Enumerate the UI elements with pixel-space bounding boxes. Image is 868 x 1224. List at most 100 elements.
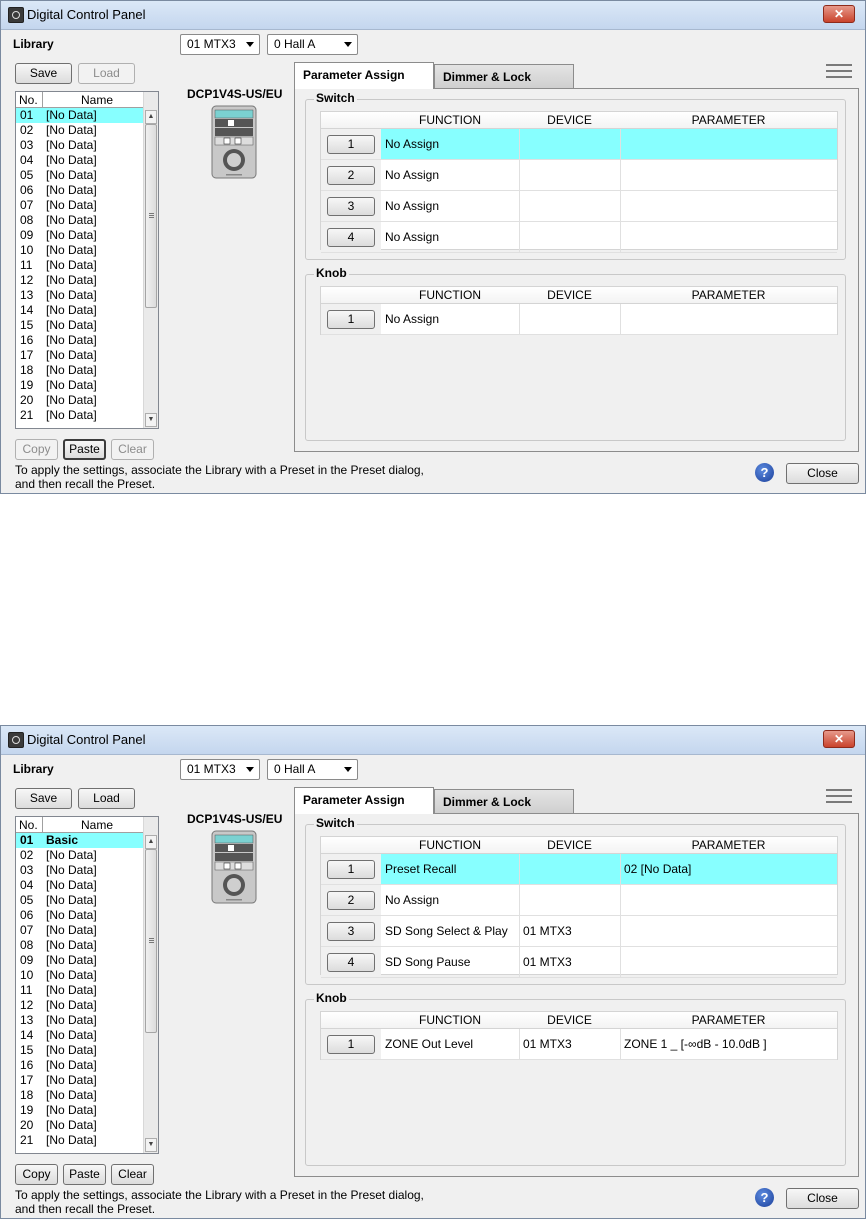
switch-4-button[interactable]: 4	[327, 228, 375, 247]
knob-1-button[interactable]: 1	[327, 310, 375, 329]
list-item[interactable]: 10 [No Data]	[16, 243, 144, 258]
list-item[interactable]: 15 [No Data]	[16, 318, 144, 333]
list-item[interactable]: 05 [No Data]	[16, 168, 144, 183]
table-row[interactable]: 1 No Assign	[321, 129, 837, 160]
list-item[interactable]: 19 [No Data]	[16, 378, 144, 393]
table-row[interactable]: 1 ZONE Out Level 01 MTX3 ZONE 1 _ [-∞dB …	[321, 1029, 837, 1060]
list-item[interactable]: 14 [No Data]	[16, 303, 144, 318]
library-list[interactable]: No. Name 01 Basic 02 [No Data] 03 [No Data]…	[15, 816, 159, 1154]
list-item[interactable]: 18 [No Data]	[16, 1088, 144, 1103]
close-button[interactable]: Close	[786, 1188, 859, 1209]
switch-2-button[interactable]: 2	[327, 166, 375, 185]
switch-1-button[interactable]: 1	[327, 135, 375, 154]
table-row[interactable]: 2 No Assign	[321, 885, 837, 916]
list-item[interactable]: 13 [No Data]	[16, 288, 144, 303]
window-close-button[interactable]: ✕	[823, 5, 855, 23]
list-item[interactable]: 10 [No Data]	[16, 968, 144, 983]
list-item[interactable]: 06 [No Data]	[16, 183, 144, 198]
list-item[interactable]: 17 [No Data]	[16, 348, 144, 363]
switch-1-button[interactable]: 1	[327, 860, 375, 879]
scroll-down-arrow-icon[interactable]: ▼	[145, 413, 157, 427]
preset-select[interactable]: 0 Hall A	[267, 34, 358, 55]
table-row[interactable]: 1 No Assign	[321, 304, 837, 335]
menu-icon[interactable]	[826, 64, 852, 78]
switch-3-button[interactable]: 3	[327, 922, 375, 941]
copy-button[interactable]: Copy	[15, 439, 58, 460]
tab-dimmer-lock[interactable]: Dimmer & Lock	[434, 789, 574, 813]
tab-parameter-assign[interactable]: Parameter Assign	[294, 787, 434, 814]
list-item[interactable]: 20 [No Data]	[16, 393, 144, 408]
list-item[interactable]: 08 [No Data]	[16, 938, 144, 953]
clear-button[interactable]: Clear	[111, 439, 154, 460]
list-item[interactable]: 02 [No Data]	[16, 848, 144, 863]
device-select-value: 01 MTX3	[187, 37, 236, 51]
paste-button[interactable]: Paste	[63, 439, 106, 460]
scroll-up-arrow-icon[interactable]: ▲	[145, 110, 157, 124]
list-item[interactable]: 16 [No Data]	[16, 1058, 144, 1073]
clear-button[interactable]: Clear	[111, 1164, 154, 1185]
save-button[interactable]: Save	[15, 788, 72, 809]
list-item[interactable]: 05 [No Data]	[16, 893, 144, 908]
paste-button[interactable]: Paste	[63, 1164, 106, 1185]
scrollbar-thumb[interactable]	[145, 849, 157, 1033]
save-button[interactable]: Save	[15, 63, 72, 84]
list-item[interactable]: 07 [No Data]	[16, 923, 144, 938]
list-item[interactable]: 08 [No Data]	[16, 213, 144, 228]
help-icon[interactable]: ?	[755, 463, 774, 482]
menu-icon[interactable]	[826, 789, 852, 803]
list-item[interactable]: 18 [No Data]	[16, 363, 144, 378]
list-item[interactable]: 09 [No Data]	[16, 953, 144, 968]
list-item[interactable]: 04 [No Data]	[16, 153, 144, 168]
close-button[interactable]: Close	[786, 463, 859, 484]
item-name: [No Data]	[46, 1058, 97, 1072]
list-item[interactable]: 03 [No Data]	[16, 863, 144, 878]
table-row[interactable]: 4 No Assign	[321, 222, 837, 253]
list-item[interactable]: 02 [No Data]	[16, 123, 144, 138]
tab-dimmer-lock[interactable]: Dimmer & Lock	[434, 64, 574, 88]
knob-1-button[interactable]: 1	[327, 1035, 375, 1054]
tab-parameter-assign[interactable]: Parameter Assign	[294, 62, 434, 89]
table-row[interactable]: 4 SD Song Pause 01 MTX3	[321, 947, 837, 978]
list-item[interactable]: 19 [No Data]	[16, 1103, 144, 1118]
list-item[interactable]: 14 [No Data]	[16, 1028, 144, 1043]
list-item[interactable]: 20 [No Data]	[16, 1118, 144, 1133]
list-item[interactable]: 03 [No Data]	[16, 138, 144, 153]
scroll-down-arrow-icon[interactable]: ▼	[145, 1138, 157, 1152]
preset-select[interactable]: 0 Hall A	[267, 759, 358, 780]
list-item[interactable]: 06 [No Data]	[16, 908, 144, 923]
list-item[interactable]: 11 [No Data]	[16, 258, 144, 273]
list-item[interactable]: 12 [No Data]	[16, 273, 144, 288]
list-item[interactable]: 07 [No Data]	[16, 198, 144, 213]
scrollbar-thumb[interactable]	[145, 124, 157, 308]
switch-3-button[interactable]: 3	[327, 197, 375, 216]
list-item[interactable]: 16 [No Data]	[16, 333, 144, 348]
list-item[interactable]: 04 [No Data]	[16, 878, 144, 893]
list-item[interactable]: 11 [No Data]	[16, 983, 144, 998]
list-item[interactable]: 12 [No Data]	[16, 998, 144, 1013]
list-item[interactable]: 09 [No Data]	[16, 228, 144, 243]
list-item[interactable]: 21 [No Data]	[16, 1133, 144, 1148]
list-item[interactable]: 01 Basic	[16, 833, 144, 848]
library-list[interactable]: No. Name 01 [No Data] 02 [No Data] 03 [No D…	[15, 91, 159, 429]
load-button[interactable]: Load	[78, 788, 135, 809]
list-scrollbar[interactable]: ▲ ▼	[143, 817, 158, 1153]
list-scrollbar[interactable]: ▲ ▼	[143, 92, 158, 428]
switch-2-button[interactable]: 2	[327, 891, 375, 910]
copy-button[interactable]: Copy	[15, 1164, 58, 1185]
list-item[interactable]: 13 [No Data]	[16, 1013, 144, 1028]
device-select[interactable]: 01 MTX3	[180, 34, 260, 55]
table-row[interactable]: 1 Preset Recall 02 [No Data]	[321, 854, 837, 885]
table-row[interactable]: 3 No Assign	[321, 191, 837, 222]
list-item[interactable]: 15 [No Data]	[16, 1043, 144, 1058]
device-select[interactable]: 01 MTX3	[180, 759, 260, 780]
window-close-button[interactable]: ✕	[823, 730, 855, 748]
list-item[interactable]: 01 [No Data]	[16, 108, 144, 123]
table-row[interactable]: 2 No Assign	[321, 160, 837, 191]
table-row[interactable]: 3 SD Song Select & Play 01 MTX3	[321, 916, 837, 947]
list-item[interactable]: 21 [No Data]	[16, 408, 144, 423]
switch-4-button[interactable]: 4	[327, 953, 375, 972]
load-button[interactable]: Load	[78, 63, 135, 84]
scroll-up-arrow-icon[interactable]: ▲	[145, 835, 157, 849]
help-icon[interactable]: ?	[755, 1188, 774, 1207]
list-item[interactable]: 17 [No Data]	[16, 1073, 144, 1088]
